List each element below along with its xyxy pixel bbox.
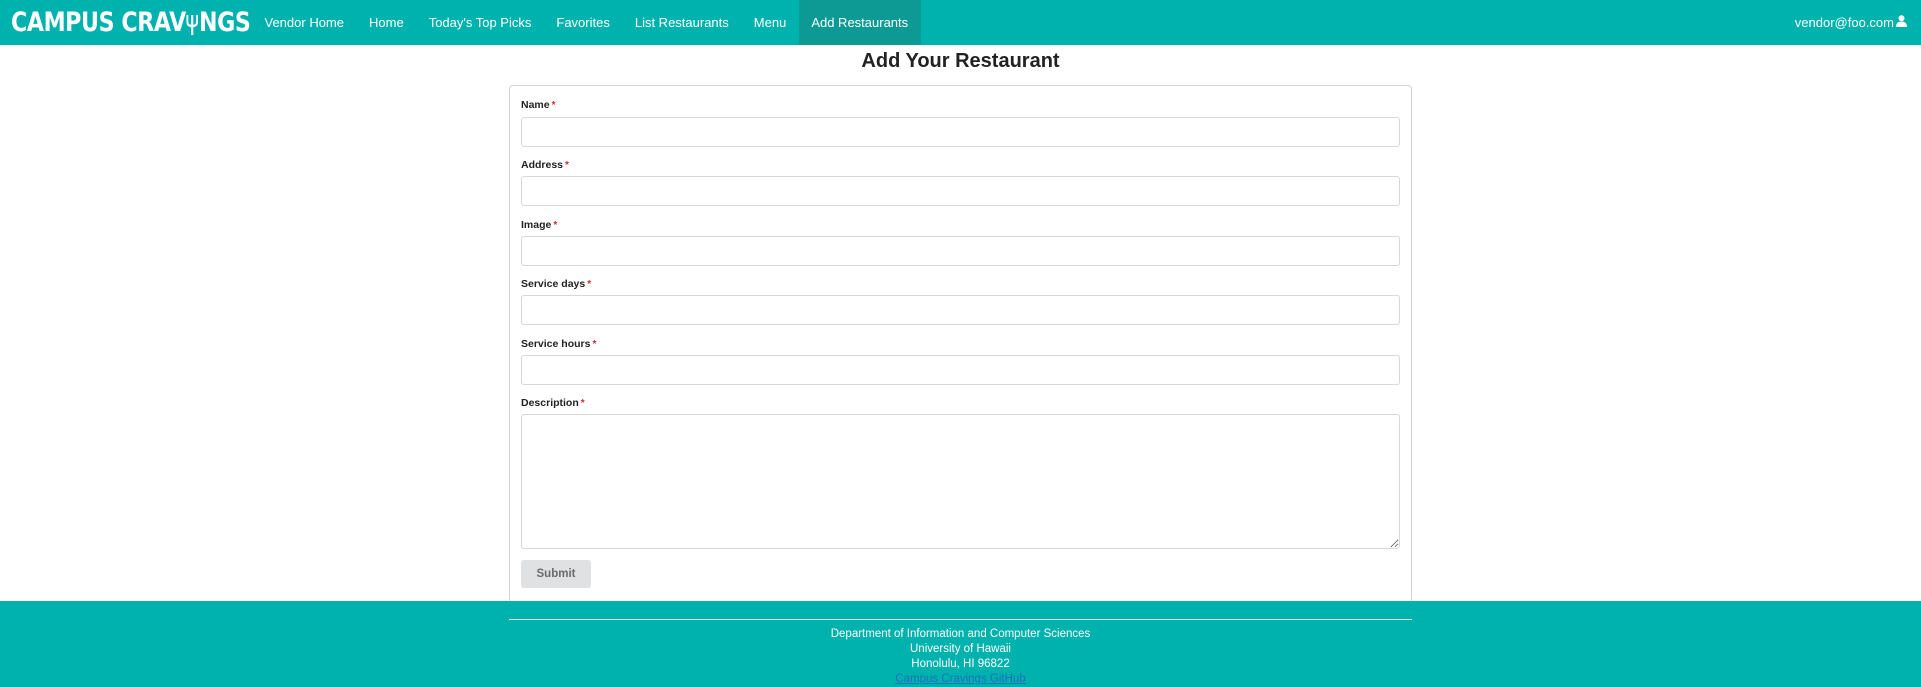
- user-menu[interactable]: vendor@foo.com: [1795, 0, 1907, 45]
- required-marker: *: [551, 100, 556, 111]
- submit-button[interactable]: Submit: [521, 560, 591, 588]
- brand-text: CAMPUS CRAV: [11, 7, 186, 38]
- service-days-label-text: Service days: [521, 278, 586, 290]
- address-input[interactable]: [521, 176, 1400, 206]
- name-label-text: Name: [521, 99, 550, 111]
- fork-icon: [186, 12, 199, 35]
- footer-university: University of Hawaii: [910, 643, 1011, 655]
- nav-item-top-picks[interactable]: Today's Top Picks: [416, 0, 544, 45]
- nav-item-menu[interactable]: Menu: [741, 0, 799, 45]
- required-marker: *: [592, 339, 597, 350]
- footer-text: Department of Information and Computer S…: [0, 627, 1921, 687]
- nav-items: Vendor Home Home Today's Top Picks Favor…: [252, 0, 921, 45]
- top-navbar: CAMPUS CRAV NGS Vendor Home Home Today's…: [0, 0, 1921, 45]
- required-marker: *: [553, 220, 558, 231]
- image-label: Image *: [521, 219, 557, 231]
- user-icon: [1896, 0, 1907, 45]
- footer-github-link[interactable]: Campus Cravings GitHub: [0, 672, 1921, 687]
- brand-text-suffix: NGS: [198, 7, 251, 38]
- footer-address: Honolulu, HI 96822: [911, 658, 1010, 670]
- address-label: Address *: [521, 159, 569, 171]
- nav-item-home[interactable]: Home: [357, 0, 417, 45]
- required-marker: *: [580, 398, 585, 409]
- description-textarea[interactable]: [521, 414, 1400, 549]
- page-title: Add Your Restaurant: [861, 50, 1060, 72]
- name-label: Name *: [521, 99, 556, 111]
- service-days-label: Service days *: [521, 278, 591, 290]
- name-input[interactable]: [521, 117, 1400, 147]
- brand-logo[interactable]: CAMPUS CRAV NGS: [11, 7, 251, 38]
- footer: Department of Information and Computer S…: [0, 601, 1921, 687]
- footer-department: Department of Information and Computer S…: [830, 628, 1091, 640]
- description-label: Description *: [521, 397, 585, 409]
- service-hours-label-text: Service hours: [521, 338, 591, 350]
- nav-item-favorites[interactable]: Favorites: [544, 0, 622, 45]
- footer-divider: [509, 619, 1412, 620]
- required-marker: *: [565, 160, 569, 171]
- service-days-input[interactable]: [521, 295, 1400, 325]
- required-marker: *: [587, 279, 592, 290]
- image-input[interactable]: [521, 236, 1400, 266]
- nav-item-list-restaurants[interactable]: List Restaurants: [622, 0, 741, 45]
- nav-item-add-restaurants[interactable]: Add Restaurants: [798, 0, 921, 45]
- address-label-text: Address: [521, 159, 564, 171]
- nav-item-vendor-home[interactable]: Vendor Home: [252, 0, 357, 45]
- service-hours-input[interactable]: [521, 355, 1400, 385]
- description-label-text: Description: [521, 397, 579, 409]
- user-email: vendor@foo.com: [1794, 15, 1894, 30]
- image-label-text: Image: [521, 219, 552, 231]
- service-hours-label: Service hours *: [521, 338, 596, 350]
- add-restaurant-form: Name * Address * Image * Service days * Serv…: [509, 85, 1412, 603]
